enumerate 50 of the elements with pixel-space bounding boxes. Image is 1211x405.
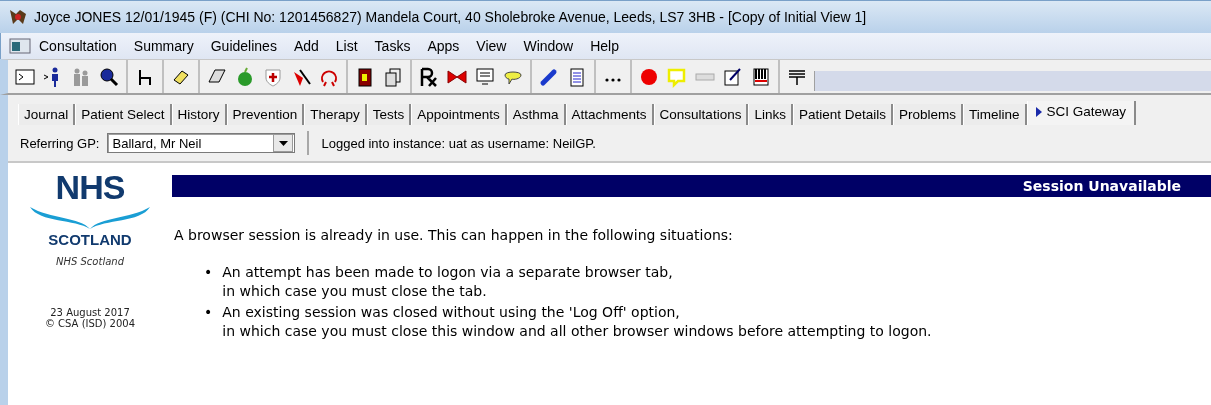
bullet-marker: • [204, 263, 213, 282]
logo-text: SCOTLAND [48, 231, 132, 248]
field-label: Referring GP: [20, 135, 100, 151]
tab[interactable]: Consultations [653, 104, 749, 125]
menu-item[interactable]: Apps [419, 36, 469, 56]
tab[interactable]: Journal [18, 104, 76, 125]
login-status: Logged into instance: uat as username: NeilGP. [321, 135, 596, 151]
documents-icon[interactable] [382, 65, 404, 88]
tab[interactable]: Patient Select [75, 104, 172, 125]
arrow-icon [1035, 106, 1042, 117]
tab[interactable]: Patient Details [792, 104, 893, 125]
menu-item[interactable]: Summary [125, 36, 203, 56]
tab[interactable]: History [171, 104, 227, 125]
menu-item[interactable]: List [327, 36, 367, 56]
copyright-text: © CSA (ISD) 2004 [44, 318, 136, 329]
window-title: Joyce JONES 12/01/1945 (F) (CHI No: 1201456827) Mandela Court, 40 Sholebroke Avenue, Leeds, LS7 3HB - [Copy of Initial View 1] [34, 9, 867, 25]
bullet-text: An attempt has been made to logon via a separate browser tab, in which case you must close the tab. [222, 263, 673, 301]
menu-item[interactable]: Help [582, 36, 628, 56]
window-menu-icon[interactable] [9, 38, 31, 54]
monitor-list-icon[interactable] [474, 65, 496, 88]
menu-item[interactable]: Consultation [31, 36, 126, 56]
menu-item[interactable]: Window [515, 36, 583, 56]
tab[interactable]: Attachments [565, 104, 654, 125]
tab[interactable]: Problems [892, 104, 963, 125]
menu-item[interactable]: Tasks [366, 36, 420, 56]
logo-caption: NHS Scotland [56, 256, 124, 267]
tab[interactable]: Appointments [411, 104, 507, 125]
prescription-icon[interactable] [418, 65, 440, 88]
caret-icon [279, 140, 288, 146]
menu-item[interactable]: Add [285, 36, 328, 56]
app-icon [8, 8, 28, 26]
tab[interactable]: Therapy [304, 104, 367, 125]
tab[interactable]: Timeline [963, 104, 1027, 125]
logo-text: NHS [55, 169, 125, 205]
barcode-icon[interactable] [750, 65, 772, 88]
intro-text: A browser session is already in use. This can happen in the following situations: [174, 227, 734, 243]
tab[interactable]: SCI Gateway [1026, 101, 1137, 125]
header-title: Session Unavailable [1022, 178, 1181, 194]
menu-item[interactable]: Guidelines [202, 36, 286, 56]
tab[interactable]: Tests [366, 104, 412, 125]
menu-item[interactable]: View [468, 36, 516, 56]
tab[interactable]: Links [748, 104, 793, 125]
wave-icon [28, 205, 152, 231]
bullet-text: An existing session was closed without using the 'Log Off' option, in which case you must close this window and all other browser windows before attempting to logon. [222, 303, 932, 341]
tab[interactable]: Prevention [226, 104, 305, 125]
search-person-icon[interactable] [98, 65, 120, 88]
date-text: 23 August 2017 [50, 307, 130, 318]
bullet-marker: • [204, 303, 213, 322]
referring-gp-dropdown[interactable]: Ballard, Mr Neil [107, 133, 296, 153]
tab[interactable]: Asthma [506, 104, 566, 125]
